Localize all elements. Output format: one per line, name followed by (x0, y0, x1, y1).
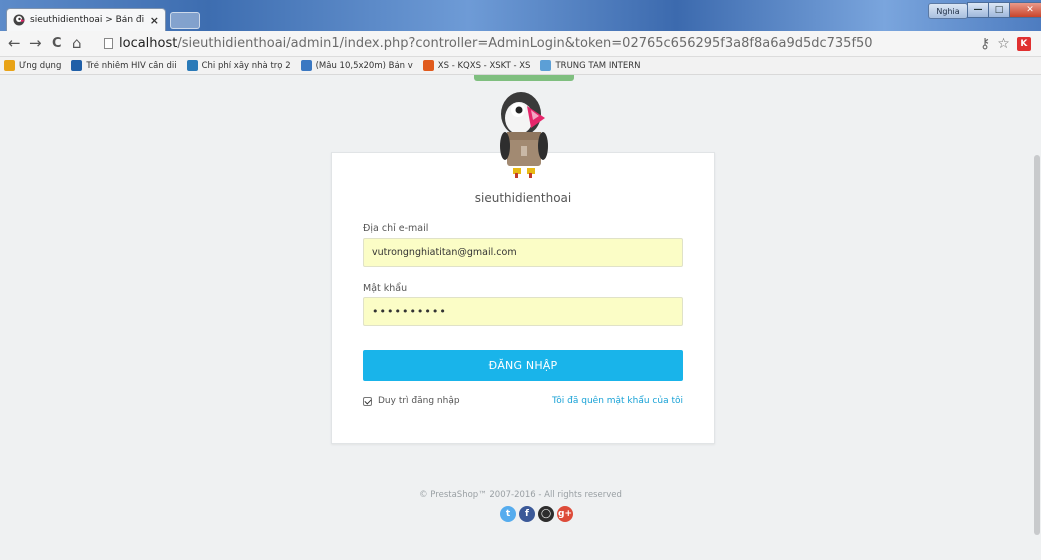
bookmark-label: Ứng dụng (19, 60, 62, 71)
page-scrollbar[interactable] (1033, 75, 1041, 560)
apps-icon (4, 60, 15, 71)
email-field[interactable]: vutrongnghiatitan@gmail.com (363, 238, 683, 267)
maximize-button[interactable]: □ (988, 2, 1010, 18)
new-tab-button[interactable] (170, 12, 200, 29)
social-links: t f ◯ g+ (500, 506, 576, 522)
bookmark-label: TRUNG TÂM INTERN (555, 60, 641, 71)
remember-checkbox[interactable] (363, 396, 372, 406)
home-icon (186, 60, 198, 71)
prestashop-mascot-icon (500, 92, 548, 178)
google-plus-icon[interactable]: g+ (557, 506, 573, 522)
tab-title: sieuthidienthoai > Bản đi (30, 15, 145, 25)
login-panel: sieuthidienthoai Địa chỉ e-mail vutrongn… (331, 152, 715, 444)
facebook-icon[interactable]: f (519, 506, 535, 522)
bookmarks-bar: Ứng dụng Trẻ nhiễm HIV cần dii Chi phí xây… (0, 57, 1041, 75)
home-button[interactable]: ⌂ (72, 35, 82, 51)
bookmark-item[interactable]: TRUNG TÂM INTERN (540, 60, 641, 71)
url-host: localhost (119, 35, 178, 51)
twitter-icon[interactable]: t (500, 506, 516, 522)
scrollbar-thumb[interactable] (1034, 155, 1040, 535)
tab-close-icon[interactable]: × (150, 14, 159, 27)
email-label: Địa chỉ e-mail (363, 223, 429, 234)
bookmark-item[interactable]: (Mẫu 10,5x20m) Bản v (300, 60, 413, 71)
lottery-icon (422, 60, 434, 71)
bookmark-label: (Mẫu 10,5x20m) Bản v (315, 60, 413, 71)
url-text: localhost/sieuthidienthoai/admin1/index.… (119, 36, 873, 51)
image-icon (300, 60, 312, 71)
forward-button[interactable]: → (29, 35, 42, 51)
prestashop-favicon-icon (13, 14, 25, 26)
extension-icon[interactable]: K (1016, 37, 1031, 51)
bookmark-label: Trẻ nhiễm HIV cần dii (86, 60, 177, 71)
remember-label: Duy trì đăng nhập (378, 396, 460, 406)
bookmark-label: XS - KQXS - XSKT - XS (437, 60, 531, 71)
landscape-icon (540, 60, 552, 71)
bookmark-item[interactable]: Ứng dụng (4, 60, 61, 71)
profile-badge[interactable]: Nghia (928, 3, 968, 19)
page-icon (104, 37, 113, 49)
window-titlebar: sieuthidienthoai > Bản đi × Nghia — □ ✕ (0, 0, 1041, 31)
url-path: /sieuthidienthoai/admin1/index.php?contr… (177, 35, 873, 51)
bookmark-item[interactable]: Chi phí xây nhà trọ 2 (186, 60, 291, 71)
address-bar[interactable]: localhost/sieuthidienthoai/admin1/index.… (104, 34, 972, 52)
browser-tab[interactable]: sieuthidienthoai > Bản đi × (6, 8, 166, 31)
bookmark-item[interactable]: XS - KQXS - XSKT - XS (422, 60, 531, 71)
star-icon[interactable]: ☆ (997, 37, 1010, 51)
remember-me[interactable]: Duy trì đăng nhập (363, 396, 460, 406)
copyright-text: © PrestaShop™ 2007-2016 - All rights res… (419, 490, 622, 500)
github-icon[interactable]: ◯ (538, 506, 554, 522)
bookmark-label: Chi phí xây nhà trọ 2 (201, 60, 291, 71)
news-icon (71, 60, 83, 71)
window-controls: — □ ✕ (967, 2, 1041, 18)
top-notification-strip (474, 75, 574, 81)
login-button[interactable]: ĐĂNG NHẬP (363, 350, 683, 381)
shop-name: sieuthidienthoai (474, 191, 572, 205)
password-field[interactable]: •••••••••• (363, 297, 683, 326)
close-window-button[interactable]: ✕ (1009, 2, 1041, 18)
back-button[interactable]: ← (8, 35, 21, 51)
toolbar-right: ⚷ ☆ K ≡ (980, 36, 1041, 52)
bookmark-item[interactable]: Trẻ nhiễm HIV cần dii (71, 60, 177, 71)
forgot-password-link[interactable]: Tôi đã quên mật khẩu của tôi (552, 396, 683, 406)
reload-button[interactable]: C (52, 36, 62, 52)
password-label: Mật khẩu (363, 283, 408, 294)
key-icon[interactable]: ⚷ (980, 37, 990, 51)
navigation-bar: ← → C ⌂ localhost/sieuthidienthoai/admin… (0, 31, 1041, 57)
minimize-button[interactable]: — (967, 2, 989, 18)
